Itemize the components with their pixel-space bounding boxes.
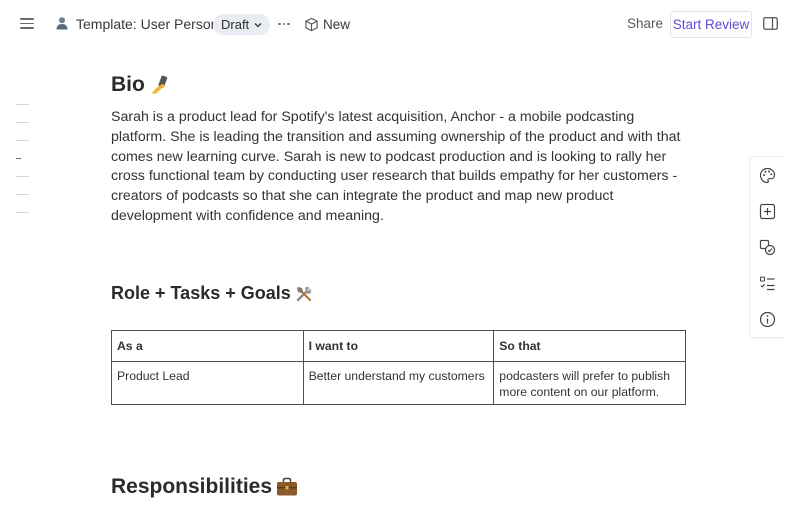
outline-marker[interactable] [16, 176, 29, 177]
outline-marker[interactable] [16, 140, 29, 141]
bio-heading: Bio [111, 73, 169, 97]
outline-marker[interactable] [16, 194, 29, 195]
outline-marker[interactable] [16, 122, 29, 123]
selfie-emoji-icon [151, 76, 168, 95]
document-outline[interactable] [16, 104, 32, 230]
document-title: Template: User Persona [76, 16, 227, 32]
role-tasks-goals-table: As a I want to So that Product Lead Bett… [111, 330, 686, 405]
palette-icon[interactable] [759, 167, 776, 184]
top-bar: Template: User Persona Draft New Share S… [0, 0, 800, 48]
role-tasks-goals-heading: Role + Tasks + Goals [111, 283, 313, 304]
status-label: Draft [221, 17, 250, 32]
table-header-cell[interactable]: So that [493, 330, 686, 362]
cube-icon [305, 17, 318, 31]
right-tool-rail [749, 156, 784, 338]
table-cell[interactable]: Better understand my customers [302, 361, 495, 405]
outline-marker-active[interactable] [16, 158, 21, 159]
more-horizontal-icon [278, 22, 281, 26]
status-dropdown[interactable]: Draft [213, 14, 271, 35]
user-icon [56, 17, 68, 30]
bio-paragraph[interactable]: Sarah is a product lead for Spotify's la… [111, 108, 686, 227]
new-button[interactable]: New [304, 14, 350, 34]
table-row: Product Lead Better understand my custom… [111, 361, 686, 405]
start-review-button[interactable]: Start Review [670, 11, 752, 38]
table-cell[interactable]: Product Lead [111, 361, 304, 405]
checklist-icon[interactable] [759, 275, 776, 292]
outline-marker[interactable] [16, 104, 29, 105]
table-cell[interactable]: podcasters will prefer to publish more c… [493, 361, 686, 405]
table-header-row: As a I want to So that [111, 330, 686, 362]
hamburger-icon[interactable] [18, 15, 36, 33]
more-options-button[interactable] [274, 14, 294, 34]
add-box-icon[interactable] [759, 203, 776, 220]
outline-marker[interactable] [16, 212, 29, 213]
info-icon[interactable] [759, 311, 776, 328]
table-header-cell[interactable]: As a [111, 330, 304, 362]
shapes-icon[interactable] [759, 239, 776, 256]
briefcase-emoji-icon [277, 478, 298, 496]
responsibilities-heading: Responsibilities [111, 475, 298, 499]
share-button[interactable]: Share [627, 16, 663, 31]
sidebar-panel-icon[interactable] [763, 17, 778, 30]
table-header-cell[interactable]: I want to [302, 330, 495, 362]
tools-emoji-icon [296, 287, 311, 302]
new-label: New [323, 16, 351, 32]
chevron-down-icon [254, 22, 262, 27]
